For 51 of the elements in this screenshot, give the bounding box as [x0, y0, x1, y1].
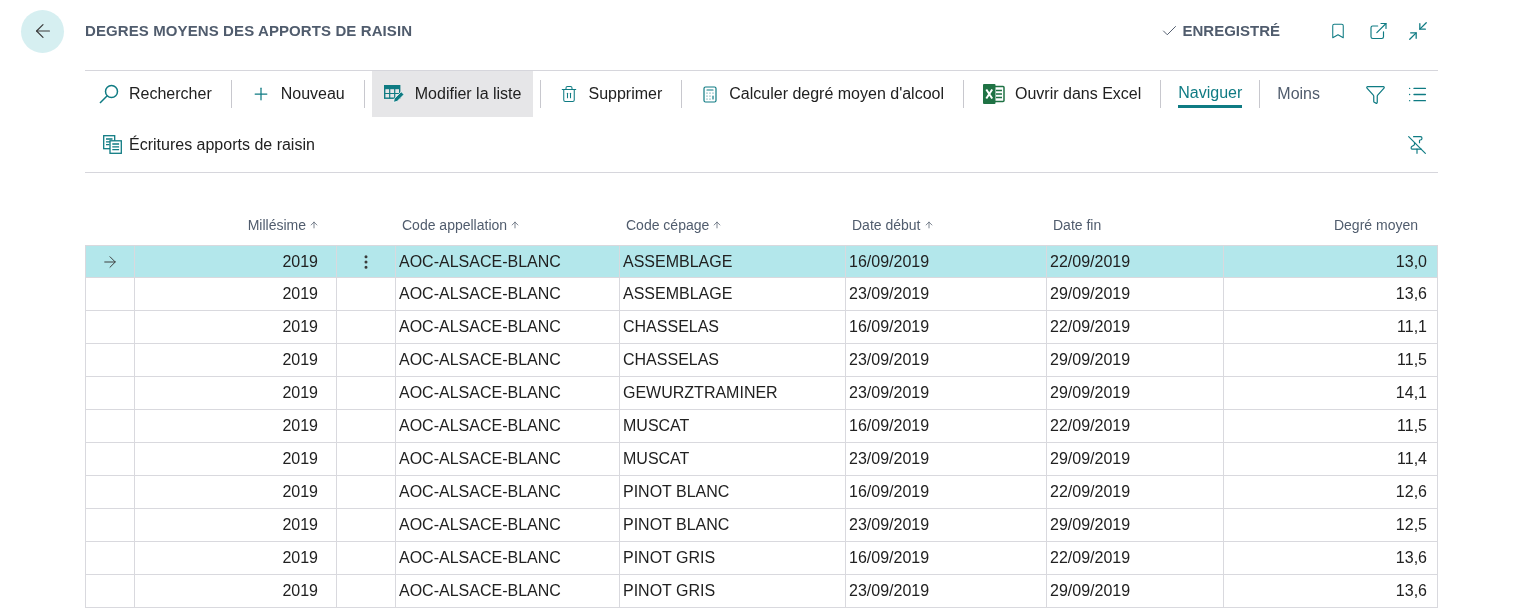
table-row[interactable]: 2019 AOC-ALSACE-BLANC GEWURZTRAMINER 23/09/2019 29/09/2019 14,1 — [85, 377, 1438, 410]
search-icon — [99, 84, 119, 104]
table-row[interactable]: 2019 AOC-ALSACE-BLANC ASSEMBLAGE 16/09/2019 22/09/2019 13,0 — [85, 245, 1438, 278]
table-row[interactable]: 2019 AOC-ALSACE-BLANC PINOT BLANC 23/09/2019 29/09/2019 12,5 — [85, 509, 1438, 542]
table-cell: 13,0 — [1224, 245, 1438, 278]
save-status: ENREGISTRÉ — [1182, 20, 1280, 41]
table-row[interactable]: 2019 AOC-ALSACE-BLANC PINOT GRIS 16/09/2019 22/09/2019 13,6 — [85, 542, 1438, 575]
table-cell: ASSEMBLAGE — [620, 245, 846, 278]
table-cell: 2019 — [135, 575, 337, 608]
table-row[interactable]: 2019 AOC-ALSACE-BLANC MUSCAT 16/09/2019 22/09/2019 11,5 — [85, 410, 1438, 443]
page-title: DEGRES MOYENS DES APPORTS DE RAISIN — [85, 20, 413, 41]
column-header[interactable]: Code appellation — [402, 214, 521, 236]
table-row[interactable]: 2019 AOC-ALSACE-BLANC PINOT BLANC 16/09/2019 22/09/2019 12,6 — [85, 476, 1438, 509]
back-button[interactable] — [21, 9, 64, 53]
column-header[interactable]: Millésime — [247, 214, 319, 236]
table-edit-icon — [383, 85, 405, 103]
trash-icon — [560, 84, 579, 104]
toolbar-button[interactable]: Rechercher — [87, 71, 224, 117]
table-cell: PINOT GRIS — [620, 575, 846, 608]
toolbar-button[interactable]: Calculer degré moyen d'alcool — [689, 71, 956, 117]
table-cell: AOC-ALSACE-BLANC — [396, 575, 620, 608]
less-button[interactable]: Moins — [1277, 82, 1320, 106]
table-cell: 22/09/2019 — [1047, 245, 1224, 278]
table-cell: AOC-ALSACE-BLANC — [396, 245, 620, 278]
table-row[interactable]: 2019 AOC-ALSACE-BLANC ASSEMBLAGE 23/09/2019 29/09/2019 13,6 — [85, 278, 1438, 311]
unpin-icon — [1407, 134, 1427, 155]
table-row[interactable]: 2019 AOC-ALSACE-BLANC CHASSELAS 23/09/2019 29/09/2019 11,5 — [85, 344, 1438, 377]
spreadsheet-icon — [983, 84, 1005, 104]
table-cell: 29/09/2019 — [1047, 575, 1224, 608]
table-row[interactable]: 2019 AOC-ALSACE-BLANC CHASSELAS 16/09/2019 22/09/2019 11,1 — [85, 311, 1438, 344]
documents-icon — [103, 135, 122, 154]
menu-tab[interactable]: Naviguer — [1178, 80, 1243, 108]
toolbar-button[interactable]: Nouveau — [238, 71, 357, 117]
column-header[interactable]: Code cépage — [626, 214, 723, 236]
filter-icon — [1364, 83, 1386, 105]
column-header[interactable]: Date fin — [1053, 214, 1102, 236]
toolbar-button[interactable]: Modifier la liste — [371, 71, 534, 117]
table-cell: 16/09/2019 — [846, 245, 1047, 278]
column-header[interactable]: Date début — [852, 214, 934, 236]
table-row[interactable]: 2019 AOC-ALSACE-BLANC PINOT GRIS 23/09/2019 29/09/2019 13,6 — [85, 575, 1438, 608]
toolbar-button[interactable]: Ouvrir dans Excel — [971, 71, 1154, 117]
column-header[interactable]: Degré moyen — [1333, 214, 1418, 236]
calculator-icon — [701, 83, 720, 105]
collapse-icon — [1407, 20, 1429, 42]
related-action-button[interactable]: Écritures apports de raisin — [95, 126, 323, 163]
table-row[interactable]: 2019 AOC-ALSACE-BLANC MUSCAT 23/09/2019 29/09/2019 11,4 — [85, 443, 1438, 476]
table-cell: 23/09/2019 — [846, 575, 1047, 608]
table-cell: 2019 — [135, 245, 337, 278]
external-link-icon — [1367, 21, 1389, 41]
table-cell: 13,6 — [1224, 575, 1438, 608]
toolbar-button[interactable]: Supprimer — [548, 71, 675, 117]
